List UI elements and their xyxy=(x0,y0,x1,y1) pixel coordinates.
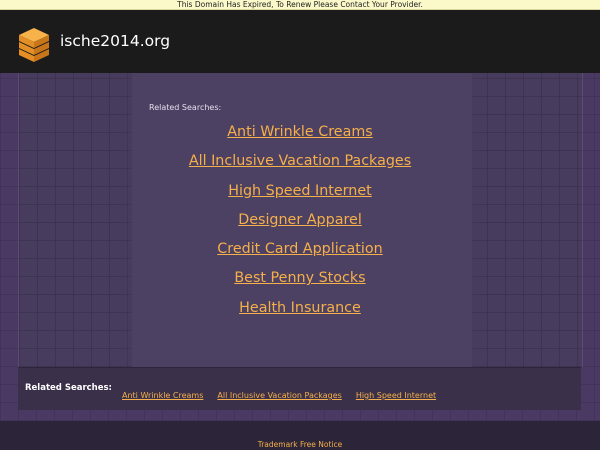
related-link-anti-wrinkle-creams[interactable]: Anti Wrinkle Creams xyxy=(227,124,372,140)
related-link-designer-apparel[interactable]: Designer Apparel xyxy=(238,212,362,228)
list-item: Anti Wrinkle Creams xyxy=(0,120,600,149)
list-item: Designer Apparel xyxy=(0,208,600,237)
bottom-link-anti-wrinkle-creams[interactable]: Anti Wrinkle Creams xyxy=(122,391,203,400)
related-link-high-speed-internet[interactable]: High Speed Internet xyxy=(228,183,372,199)
related-searches-label: Related Searches: xyxy=(149,103,222,112)
list-item: Credit Card Application xyxy=(0,237,600,266)
related-link-all-inclusive-vacation-packages[interactable]: All Inclusive Vacation Packages xyxy=(189,153,411,169)
list-item: High Speed Internet xyxy=(356,383,436,402)
bottom-link-all-inclusive-vacation-packages[interactable]: All Inclusive Vacation Packages xyxy=(217,391,341,400)
related-search-links: Anti Wrinkle Creams All Inclusive Vacati… xyxy=(0,120,600,325)
domain-name: ische2014.org xyxy=(60,32,171,50)
related-link-health-insurance[interactable]: Health Insurance xyxy=(239,300,361,316)
expired-notice-text: This Domain Has Expired, To Renew Please… xyxy=(177,0,423,9)
page-footer: Trademark Free Notice xyxy=(0,421,600,450)
related-link-best-penny-stocks[interactable]: Best Penny Stocks xyxy=(234,270,365,286)
list-item: Health Insurance xyxy=(0,296,600,325)
list-item: Best Penny Stocks xyxy=(0,266,600,295)
stacked-cubes-icon xyxy=(18,27,50,63)
list-item: Anti Wrinkle Creams xyxy=(122,383,203,402)
bottom-related-links: Anti Wrinkle Creams All Inclusive Vacati… xyxy=(122,383,450,402)
list-item: High Speed Internet xyxy=(0,179,600,208)
related-link-credit-card-application[interactable]: Credit Card Application xyxy=(217,241,382,257)
bottom-link-high-speed-internet[interactable]: High Speed Internet xyxy=(356,391,436,400)
site-header: ische2014.org xyxy=(0,10,600,73)
expired-notice-banner: This Domain Has Expired, To Renew Please… xyxy=(0,0,600,10)
bottom-related-bar: Related Searches: Anti Wrinkle Creams Al… xyxy=(18,367,581,410)
list-item: All Inclusive Vacation Packages xyxy=(217,383,341,402)
trademark-notice-link[interactable]: Trademark Free Notice xyxy=(258,440,343,449)
list-item: All Inclusive Vacation Packages xyxy=(0,149,600,178)
bottom-related-label: Related Searches: xyxy=(25,383,112,393)
